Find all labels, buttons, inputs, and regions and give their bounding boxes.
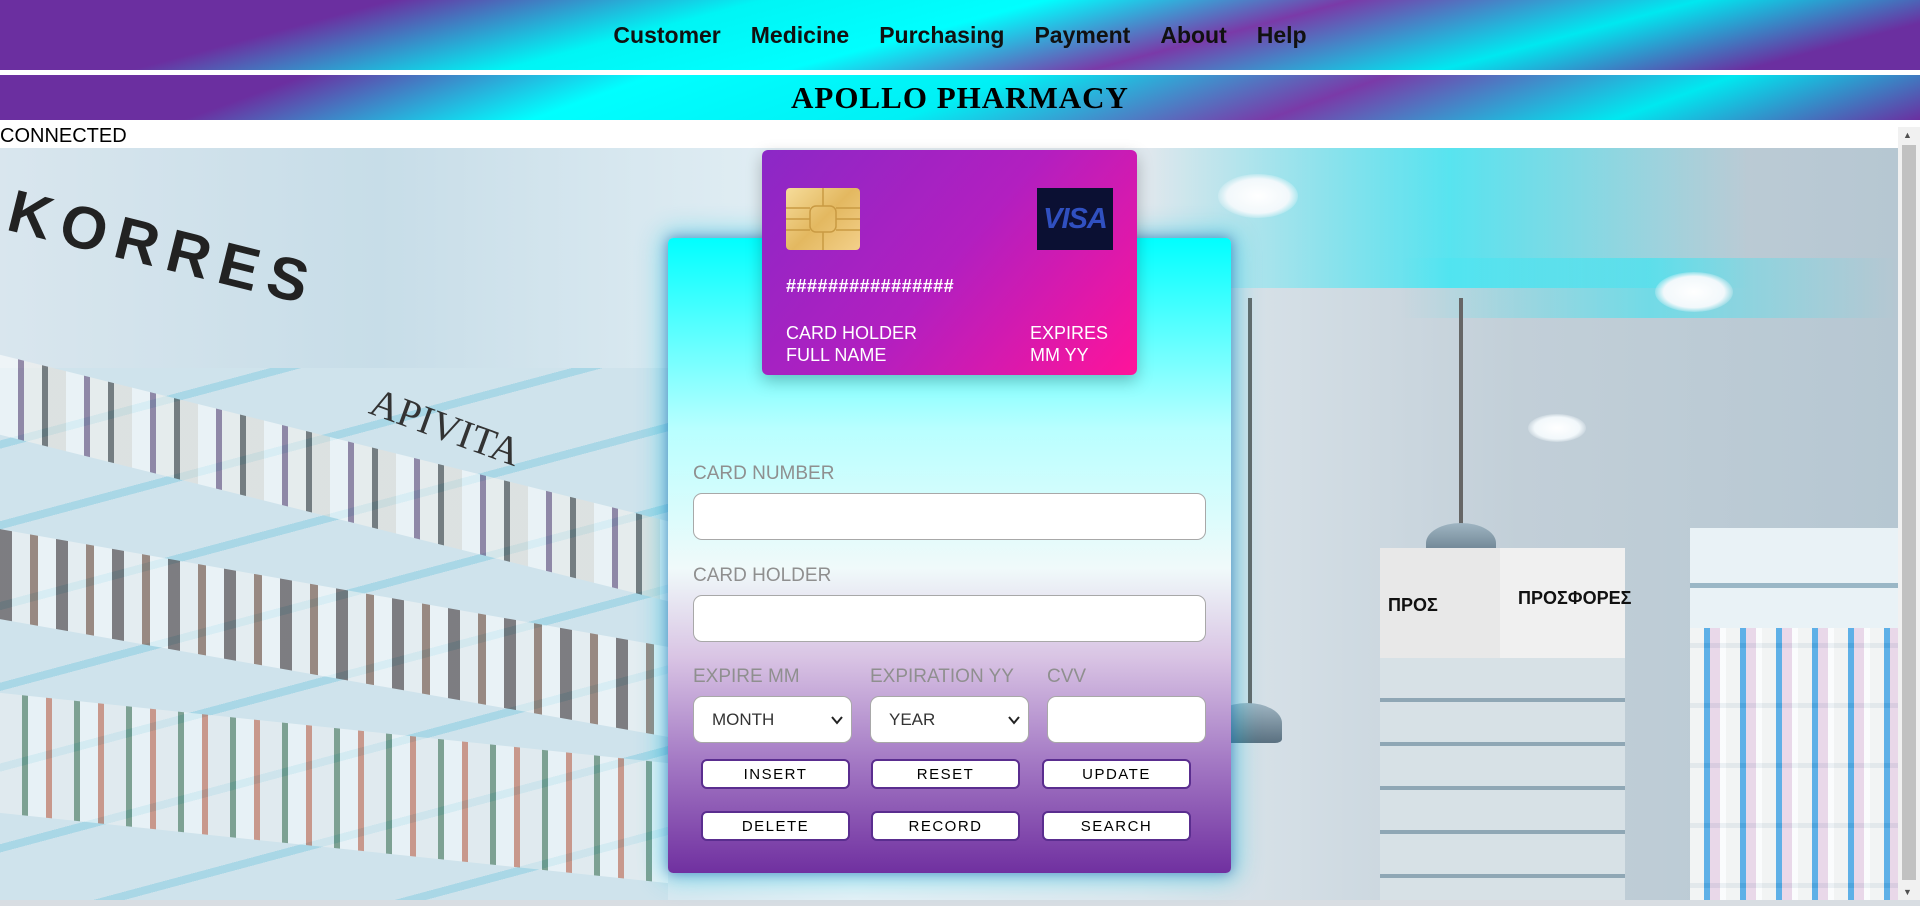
visa-logo-text: VISA xyxy=(1043,202,1108,235)
expire-month-select[interactable]: MONTH xyxy=(693,696,852,743)
reset-button[interactable]: RESET xyxy=(871,759,1020,789)
card-number-label: CARD NUMBER xyxy=(693,463,835,484)
expire-month-label: EXPIRE MM xyxy=(693,666,800,687)
card-expiry-caption: EXPIRES xyxy=(1030,323,1109,343)
chevron-down-icon xyxy=(831,716,843,725)
expire-year-label: EXPIRATION YY xyxy=(870,666,1014,687)
korres-logo: KORRES xyxy=(1,176,326,319)
card-expiry-display: EXPIRES MM YY xyxy=(1030,322,1108,366)
cvv-label: CVV xyxy=(1047,666,1087,687)
nav-payment[interactable]: Payment xyxy=(1034,22,1130,49)
insert-button[interactable]: INSERT xyxy=(701,759,850,789)
update-button[interactable]: UPDATE xyxy=(1042,759,1191,789)
visa-logo-icon: VISA xyxy=(1037,188,1113,250)
page-scrollbar[interactable]: ▲ ▼ xyxy=(1898,127,1920,900)
expire-month-value: MONTH xyxy=(712,709,775,729)
card-holder-display: CARD HOLDER FULL NAME xyxy=(786,322,917,366)
expire-year-select[interactable]: YEAR xyxy=(870,696,1029,743)
card-expiry-value: MM YY xyxy=(1030,345,1089,365)
top-nav: Customer Medicine Purchasing Payment Abo… xyxy=(0,0,1920,70)
nav-about[interactable]: About xyxy=(1160,22,1226,49)
card-chip-icon xyxy=(786,188,860,250)
nav-help[interactable]: Help xyxy=(1257,22,1307,49)
horizontal-scrollbar[interactable] xyxy=(0,900,1920,906)
scroll-thumb[interactable] xyxy=(1902,145,1916,880)
credit-card-preview: VISA ################ CARD HOLDER FULL N… xyxy=(762,150,1137,375)
card-number-input[interactable] xyxy=(693,493,1206,540)
chevron-down-icon xyxy=(1008,716,1020,725)
nav-medicine[interactable]: Medicine xyxy=(751,22,849,49)
title-banner: APOLLO PHARMACY xyxy=(0,75,1920,120)
card-holder-name: FULL NAME xyxy=(786,345,887,365)
nav-customer[interactable]: Customer xyxy=(613,22,720,49)
scroll-down-icon[interactable]: ▼ xyxy=(1903,887,1912,897)
record-button[interactable]: RECORD xyxy=(871,811,1020,841)
offers-sign-partial: ΠΡΟΣ xyxy=(1388,595,1438,615)
offers-sign: ΠΡΟΣΦΟΡΕΣ xyxy=(1518,588,1632,608)
search-button[interactable]: SEARCH xyxy=(1042,811,1191,841)
nav-purchasing[interactable]: Purchasing xyxy=(879,22,1004,49)
card-number-display: ################ xyxy=(786,276,955,296)
card-holder-caption: CARD HOLDER xyxy=(786,323,918,343)
card-holder-label: CARD HOLDER xyxy=(693,565,832,586)
card-holder-input[interactable] xyxy=(693,595,1206,642)
connection-status: CONNECTED xyxy=(0,125,127,147)
page-title: APOLLO PHARMACY xyxy=(791,79,1129,115)
scroll-up-icon[interactable]: ▲ xyxy=(1903,130,1912,140)
expire-year-value: YEAR xyxy=(889,709,936,729)
cvv-input[interactable] xyxy=(1047,696,1206,743)
delete-button[interactable]: DELETE xyxy=(701,811,850,841)
